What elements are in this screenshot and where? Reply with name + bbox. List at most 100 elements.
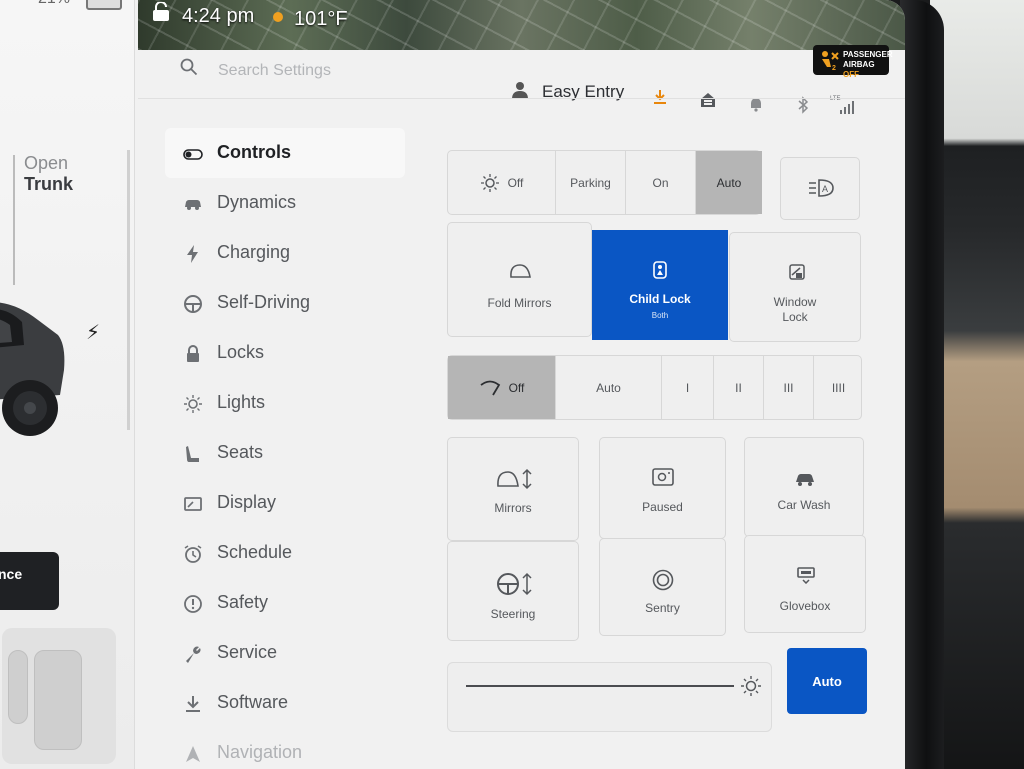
header-divider: [138, 98, 905, 99]
rear-seat-icon: [34, 650, 82, 750]
sidebar-item-seats[interactable]: Seats: [165, 428, 405, 478]
download-icon[interactable]: [651, 88, 669, 106]
sidebar-label-seats: Seats: [217, 442, 264, 462]
car-icon: [185, 200, 201, 210]
headlights-off-option[interactable]: Off: [448, 151, 556, 214]
sentry-label: Sentry: [645, 601, 680, 615]
wiper-speed-2-label: II: [735, 380, 742, 395]
search-icon: [180, 58, 198, 76]
sidebar-item-safety[interactable]: Safety: [165, 578, 405, 628]
seat-icon: [8, 650, 28, 724]
battery-icon: [86, 0, 122, 10]
display-icon: [184, 497, 202, 511]
sidebar-label-lights: Lights: [217, 392, 266, 412]
sentry-mode-button[interactable]: Sentry: [599, 538, 726, 636]
airbag-line2: AIRBAG: [843, 60, 875, 69]
sidebar-item-schedule[interactable]: Schedule: [165, 528, 405, 578]
steering-label: Steering: [490, 607, 536, 621]
wiper-speed-1-option[interactable]: I: [662, 356, 714, 419]
sidebar-item-controls[interactable]: Controls: [165, 128, 405, 178]
headlights-auto-option[interactable]: Auto: [696, 151, 762, 214]
steering-adjust-button[interactable]: Steering: [447, 541, 579, 641]
sidebar-item-charging[interactable]: Charging: [165, 228, 405, 278]
svg-text:A: A: [822, 184, 828, 194]
mirrors-adjust-button[interactable]: Mirrors: [447, 437, 579, 541]
headlights-on-option[interactable]: On: [626, 151, 696, 214]
sidebar-label-locks: Locks: [217, 342, 265, 362]
open-label: Open: [24, 153, 69, 173]
dashcam-button[interactable]: Paused: [599, 437, 726, 539]
window-lock-icon: [789, 264, 805, 280]
sidebar-label-safety: Safety: [217, 592, 269, 612]
airbag-state: OFF: [843, 70, 859, 79]
wiper-speed-3-option[interactable]: III: [764, 356, 814, 419]
wiper-icon: [480, 380, 500, 395]
wiper-auto-label: Auto: [596, 380, 621, 395]
sidebar-label-schedule: Schedule: [217, 542, 293, 562]
child-lock-button[interactable]: Child Lock Both: [592, 230, 728, 340]
brightness-track[interactable]: [466, 685, 734, 687]
touchscreen: 21% Open Trunk ⚡ nce 4:24 pm: [0, 0, 905, 769]
wiper-speed-2-option[interactable]: II: [714, 356, 764, 419]
wiper-off-option[interactable]: Off: [448, 356, 556, 419]
fold-mirrors-button[interactable]: Fold Mirrors: [447, 222, 592, 337]
light-icon: [184, 395, 202, 413]
sidebar-item-display[interactable]: Display: [165, 478, 405, 528]
wiper-speed-control: Off Auto I II III IIII: [447, 355, 862, 420]
search-placeholder: Search Settings: [218, 62, 331, 79]
garage-icon[interactable]: [699, 91, 717, 109]
sidebar-item-dynamics[interactable]: Dynamics: [165, 178, 405, 228]
car-wash-label: Car Wash: [777, 498, 831, 512]
search-settings[interactable]: Search Settings: [180, 58, 480, 88]
panel-divider: [127, 150, 130, 430]
lock-status-icon[interactable]: [150, 2, 172, 22]
lte-label: LTE: [830, 96, 841, 102]
glovebox-button[interactable]: Glovebox: [744, 535, 866, 633]
headlights-parking-option[interactable]: Parking: [556, 151, 626, 214]
sidebar-item-software[interactable]: Software: [165, 678, 405, 728]
window-lock-line1: Window: [773, 295, 817, 309]
sidebar-label-dynamics: Dynamics: [217, 192, 297, 212]
profile-icon: [512, 82, 528, 99]
wiper-speed-3-label: III: [783, 380, 794, 395]
battery-percent: 21%: [38, 0, 70, 8]
display-brightness-slider[interactable]: [447, 662, 772, 732]
headlights-control: Off Parking On Auto: [447, 150, 762, 215]
background-scenery: [930, 0, 1024, 769]
driver-profile-button[interactable]: Easy Entry: [512, 80, 632, 106]
toggle-icon: [183, 149, 203, 160]
download-icon: [186, 696, 200, 712]
open-trunk-button[interactable]: Open Trunk: [24, 153, 73, 195]
alarm-icon: [184, 545, 202, 563]
wiper-speed-4-label: IIII: [831, 380, 846, 395]
headlights-on-label: On: [652, 175, 669, 190]
car-panel-button[interactable]: nce: [0, 552, 59, 610]
sidebar-item-lights[interactable]: Lights: [165, 378, 405, 428]
sidebar-item-service[interactable]: Service: [165, 628, 405, 678]
trunk-label: Trunk: [24, 174, 74, 194]
sidebar-item-navigation[interactable]: Navigation: [165, 728, 405, 769]
dashcam-label: Paused: [642, 500, 683, 514]
sidebar-item-locks[interactable]: Locks: [165, 328, 405, 378]
trunk-indicator-line: [13, 155, 15, 285]
screen-bezel: [900, 0, 944, 769]
wiper-speed-4-option[interactable]: IIII: [814, 356, 863, 419]
headlights-off-label: Off: [507, 175, 524, 190]
auto-high-beam-icon: A: [809, 179, 834, 197]
brightness-auto-button[interactable]: Auto: [787, 648, 867, 714]
window-lock-button[interactable]: Window Lock: [729, 232, 861, 342]
sidebar-label-controls: Controls: [217, 142, 291, 162]
passenger-airbag-badge: 2 PASSENGER AIRBAG OFF: [813, 45, 893, 79]
wiper-auto-option[interactable]: Auto: [556, 356, 662, 419]
car-wash-button[interactable]: Car Wash: [744, 437, 864, 537]
brightness-auto-label: Auto: [812, 673, 842, 689]
mirrors-label: Mirrors: [494, 501, 532, 515]
car-wash-icon: [796, 474, 814, 486]
sidebar-item-self-driving[interactable]: Self-Driving: [165, 278, 405, 328]
seat-map[interactable]: [2, 628, 116, 764]
charge-port-icon[interactable]: ⚡: [86, 320, 100, 345]
auto-high-beam-button[interactable]: A: [780, 157, 860, 220]
navigation-icon: [186, 746, 200, 762]
seat-icon: [186, 446, 199, 462]
mirror-adjust-icon: [497, 468, 532, 490]
